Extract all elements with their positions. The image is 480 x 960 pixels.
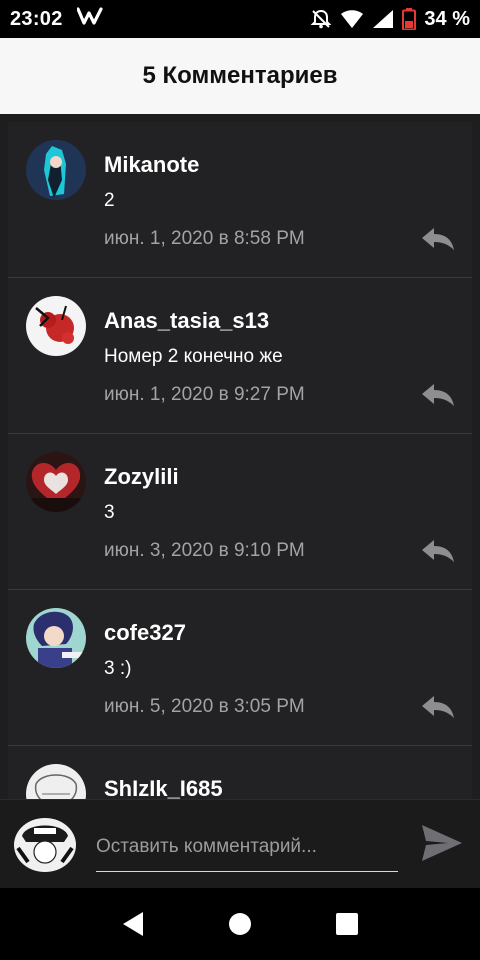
user-avatar [14, 818, 76, 872]
comment-item[interactable]: Anas_tasia_s13 Номер 2 конечно же июн. 1… [8, 278, 472, 434]
comment-text: 3 :) [104, 658, 132, 679]
comment-avatar[interactable] [26, 764, 86, 799]
comment-author[interactable]: Anas_tasia_s13 [104, 308, 269, 334]
comment-author[interactable]: Mikanote [104, 152, 199, 178]
comment-avatar[interactable] [26, 296, 86, 356]
reply-icon[interactable] [420, 226, 456, 252]
comment-input[interactable] [96, 826, 398, 872]
signal-icon [372, 9, 394, 29]
send-button[interactable] [418, 822, 466, 866]
comment-item[interactable]: Zozylili 3 июн. 3, 2020 в 9:10 PM [8, 434, 472, 590]
recents-button[interactable] [327, 904, 367, 944]
comment-author[interactable]: cofe327 [104, 620, 186, 646]
system-nav-bar [0, 888, 480, 960]
comment-item[interactable]: cofe327 3 :) июн. 5, 2020 в 3:05 PM [8, 590, 472, 746]
comment-avatar[interactable] [26, 140, 86, 200]
header: 5 Комментариев [0, 38, 480, 114]
status-bar: 23:02 34 % [0, 0, 480, 38]
comment-avatar[interactable] [26, 608, 86, 668]
comment-date: июн. 3, 2020 в 9:10 PM [104, 540, 305, 561]
home-button[interactable] [220, 904, 260, 944]
comment-date: июн. 1, 2020 в 8:58 PM [104, 228, 305, 249]
comment-avatar[interactable] [26, 452, 86, 512]
comment-item[interactable]: Mikanote 2 июн. 1, 2020 в 8:58 PM [8, 122, 472, 278]
comments-area[interactable]: Mikanote 2 июн. 1, 2020 в 8:58 PM Anas_t… [0, 114, 480, 799]
page-title: 5 Комментариев [142, 62, 338, 89]
comment-date: июн. 1, 2020 в 9:27 PM [104, 384, 305, 405]
battery-icon [402, 8, 417, 30]
comment-author[interactable]: Zozylili [104, 464, 179, 490]
comments-list: Mikanote 2 июн. 1, 2020 в 8:58 PM Anas_t… [8, 122, 472, 799]
notifications-off-icon [310, 8, 332, 30]
send-icon [422, 824, 462, 861]
reply-icon[interactable] [420, 694, 456, 720]
reply-icon[interactable] [420, 382, 456, 408]
comment-author[interactable]: ShIzIk_I685 [104, 776, 223, 799]
comment-text: Номер 2 конечно же [104, 346, 283, 367]
comment-input-bar [0, 799, 480, 888]
status-time: 23:02 [10, 7, 63, 30]
wifi-icon [340, 9, 364, 29]
comment-item[interactable]: ShIzIk_I685 [8, 746, 472, 799]
comment-text: 2 [104, 190, 115, 211]
back-button[interactable] [113, 904, 153, 944]
comment-date: июн. 5, 2020 в 3:05 PM [104, 696, 305, 717]
w-logo-icon [76, 6, 103, 32]
comment-text: 3 [104, 502, 115, 523]
reply-icon[interactable] [420, 538, 456, 564]
battery-percent: 34 % [424, 7, 470, 30]
